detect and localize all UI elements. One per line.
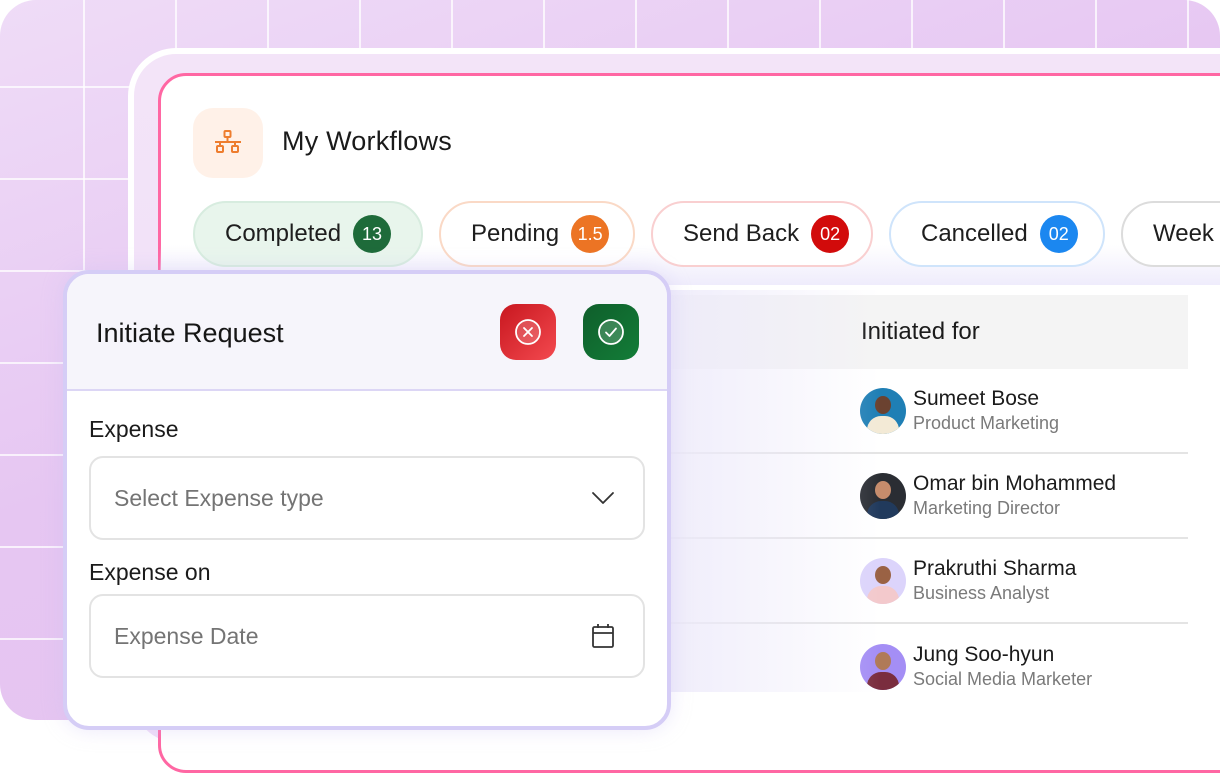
filter-label: Week [1153,220,1214,247]
expense-date-input[interactable]: Expense Date [89,594,645,678]
expense-type-select[interactable]: Select Expense type [89,456,645,540]
cancel-button[interactable] [500,304,556,360]
page-title: My Workflows [282,126,452,156]
confirm-button[interactable] [583,304,639,360]
expense-date-placeholder: Expense Date [114,622,259,649]
expense-label: Expense [89,416,179,442]
initiate-request-panel: Initiate Request Expense Select Expense … [63,270,671,730]
table-header: Initiated for [660,295,1188,369]
filter-week[interactable]: Week [1121,201,1220,267]
person-name: Sumeet Bose [913,387,1040,410]
person-role: Product Marketing [913,413,1060,433]
filter-label: Send Back [683,220,800,247]
filter-label: Pending [471,220,560,247]
column-header-initiated-for[interactable]: Initiated for [861,318,980,346]
workflows-table: Initiated for Sumeet Bose Product Market… [660,295,1188,709]
avatar [860,557,906,604]
panel-title: Initiate Request [96,318,284,348]
filter-pending[interactable]: Pending 1.5 [439,201,635,267]
panel-header: Initiate Request [67,274,667,391]
table-row[interactable]: Omar bin Mohammed Marketing Director [660,454,1188,539]
count-badge: 02 [811,215,850,253]
count-badge: 13 [353,215,392,253]
close-circle-icon [515,319,541,345]
avatar [860,472,906,519]
person-name: Prakruthi Sharma [913,557,1077,580]
filter-label: Completed [225,220,342,247]
status-filter-bar: Completed 13 Pending 1.5 Send Back 02 Ca… [193,201,1220,271]
person-cell: Prakruthi Sharma Business Analyst [860,556,1076,605]
workflow-icon-tile [193,108,263,178]
count-badge: 1.5 [571,215,610,253]
person-cell: Omar bin Mohammed Marketing Director [860,471,1116,520]
table-row[interactable]: Sumeet Bose Product Marketing [660,369,1188,454]
person-name: Jung Soo-hyun [913,643,1055,666]
person-name: Omar bin Mohammed [913,472,1117,495]
avatar [860,643,906,690]
person-cell: Jung Soo-hyun Social Media Marketer [860,642,1092,691]
table-row[interactable]: Jung Soo-hyun Social Media Marketer [660,624,1188,709]
avatar [860,387,906,434]
table-row[interactable]: Prakruthi Sharma Business Analyst [660,539,1188,624]
person-role: Business Analyst [913,583,1050,603]
expense-on-label: Expense on [89,559,211,585]
filter-completed[interactable]: Completed 13 [193,201,423,267]
expense-type-placeholder: Select Expense type [114,484,324,511]
person-cell: Sumeet Bose Product Marketing [860,386,1059,435]
calendar-icon [592,624,614,648]
count-badge: 02 [1039,215,1078,253]
person-role: Social Media Marketer [913,669,1093,689]
chevron-down-icon [592,492,614,504]
person-role: Marketing Director [913,498,1061,518]
filter-cancelled[interactable]: Cancelled 02 [889,201,1105,267]
check-circle-icon [598,319,624,345]
filter-send-back[interactable]: Send Back 02 [651,201,873,267]
workflow-hierarchy-icon [215,130,241,153]
filter-label: Cancelled [921,220,1028,247]
